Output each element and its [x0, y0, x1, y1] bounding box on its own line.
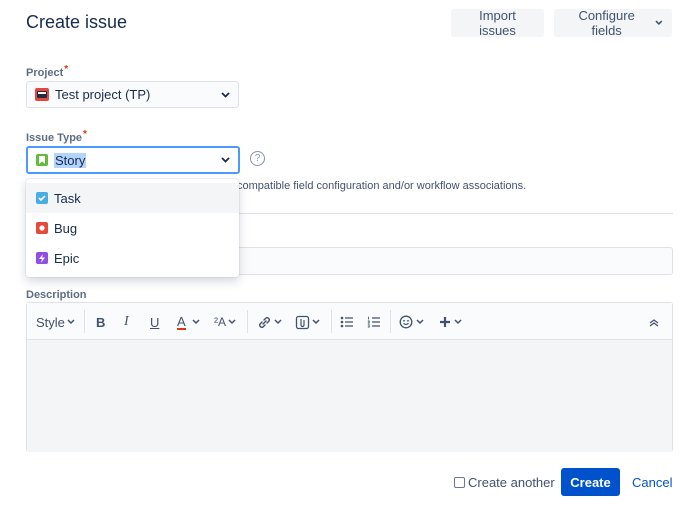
chevron-down-icon	[312, 319, 320, 325]
chevron-down-icon	[454, 319, 462, 325]
description-label: Description	[26, 289, 87, 301]
summary-input[interactable]	[237, 247, 673, 275]
issue-type-select[interactable]: Story	[26, 146, 240, 174]
dropdown-option-epic[interactable]: Epic	[26, 243, 239, 273]
bullet-list-icon	[340, 316, 353, 328]
italic-button[interactable]: I	[124, 312, 129, 332]
required-mark: *	[64, 64, 69, 75]
toolbar-divider	[247, 310, 248, 333]
emoji-button[interactable]	[399, 312, 424, 332]
toolbar-divider	[331, 310, 332, 333]
chevron-down-icon	[274, 319, 282, 325]
text-color-button[interactable]: A	[177, 312, 200, 332]
chevron-down-icon	[67, 319, 75, 325]
bold-button[interactable]: B	[96, 312, 105, 332]
bug-icon	[36, 222, 48, 234]
dropdown-option-task[interactable]: Task	[26, 183, 239, 213]
attachment-button[interactable]	[295, 312, 320, 332]
toolbar-divider	[390, 310, 391, 333]
project-avatar-icon	[35, 88, 49, 101]
issue-type-dropdown: Task Bug Epic	[26, 179, 239, 277]
chevron-down-icon	[416, 319, 424, 325]
create-another-checkbox[interactable]: Create another	[454, 475, 555, 490]
numbered-list-button[interactable]	[367, 312, 381, 332]
configure-fields-button[interactable]: Configure fields	[554, 8, 672, 38]
create-another-label: Create another	[468, 475, 555, 490]
divider	[237, 213, 673, 214]
issue-type-value[interactable]: Story	[54, 152, 87, 168]
plus-icon	[440, 317, 450, 327]
chevron-down-icon	[655, 20, 663, 26]
toolbar-divider	[84, 310, 85, 333]
chevron-double-up-icon	[649, 318, 659, 327]
checkbox[interactable]	[454, 477, 465, 488]
chevron-down-icon	[221, 157, 230, 163]
project-select[interactable]: Test project (TP)	[26, 81, 239, 108]
issue-type-label-text: Issue Type	[26, 132, 83, 144]
style-dropdown[interactable]: Style	[36, 312, 75, 332]
numbered-list-icon	[367, 316, 380, 328]
story-icon	[36, 154, 48, 166]
bullet-list-button[interactable]	[340, 312, 354, 332]
cancel-link[interactable]: Cancel	[632, 475, 672, 490]
epic-icon	[36, 252, 48, 264]
project-label: Project*	[26, 64, 69, 79]
description-editor: Style B I U A ²A	[26, 302, 673, 452]
issue-type-info-text: compatible field configuration and/or wo…	[237, 180, 527, 192]
chevron-down-icon	[221, 91, 230, 98]
configure-fields-label: Configure fields	[578, 8, 635, 38]
collapse-toolbar-button[interactable]	[649, 312, 659, 332]
option-label: Task	[54, 190, 81, 206]
more-formatting-glyph: ²A	[214, 315, 226, 329]
dropdown-option-bug[interactable]: Bug	[26, 213, 239, 243]
project-value: Test project (TP)	[55, 87, 151, 102]
link-icon	[259, 316, 270, 328]
description-textarea[interactable]	[27, 340, 672, 452]
issue-type-label: Issue Type*	[26, 129, 87, 144]
insert-more-button[interactable]	[439, 312, 462, 332]
chevron-down-icon	[192, 319, 200, 325]
import-issues-button[interactable]: Import issues	[451, 8, 544, 38]
help-icon[interactable]: ?	[250, 151, 265, 166]
more-formatting-button[interactable]: ²A	[214, 312, 236, 332]
required-mark: *	[83, 129, 87, 140]
create-button[interactable]: Create	[561, 468, 620, 496]
link-button[interactable]	[257, 312, 282, 332]
task-icon	[36, 192, 48, 204]
text-color-glyph: A	[177, 313, 186, 330]
dialog-title: Create issue	[26, 12, 128, 32]
editor-toolbar: Style B I U A ²A	[27, 303, 672, 340]
underline-button[interactable]: U	[150, 312, 159, 332]
option-label: Epic	[54, 250, 80, 266]
emoji-icon	[399, 315, 413, 329]
chevron-down-icon	[228, 319, 236, 325]
attachment-icon	[295, 315, 310, 329]
style-label: Style	[36, 314, 65, 330]
project-label-text: Project	[26, 67, 64, 79]
option-label: Bug	[54, 220, 78, 236]
